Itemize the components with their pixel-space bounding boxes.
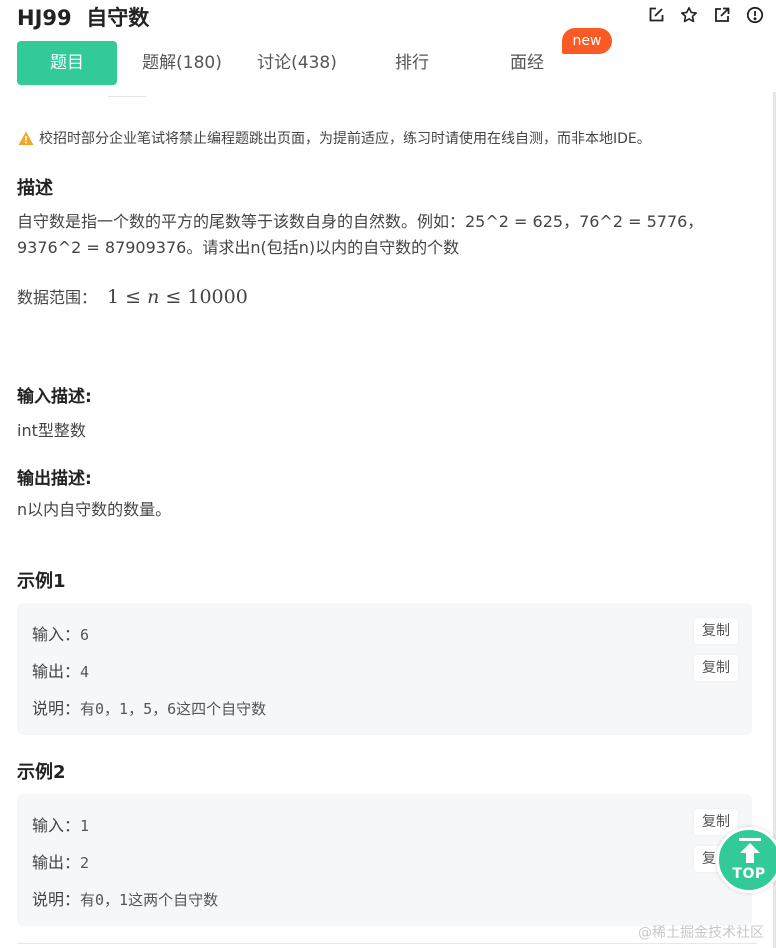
range-max: 10000 bbox=[187, 286, 248, 308]
external-link-icon[interactable] bbox=[711, 4, 733, 26]
output-value: 2 bbox=[80, 854, 90, 872]
notice-text: 校招时部分企业笔试将禁止编程题跳出页面，为提前适应，练习时请使用在线自测，而非本… bbox=[39, 131, 651, 147]
input-desc-text: int型整数 bbox=[17, 421, 86, 440]
example-2-note: 说明：有0，1这两个自守数 bbox=[32, 886, 218, 910]
watermark: @稀土掘金技术社区 bbox=[638, 925, 764, 941]
edit-icon[interactable] bbox=[645, 4, 667, 26]
note-value: 有0，1这两个自守数 bbox=[80, 891, 219, 909]
info-icon[interactable] bbox=[744, 4, 766, 26]
data-range: 数据范围： 1 ≤ n ≤ 10000 bbox=[17, 284, 248, 311]
tab-problem[interactable]: 题目 bbox=[17, 41, 117, 85]
example-2-output: 输出：2 bbox=[32, 849, 89, 873]
output-label: 输出： bbox=[32, 853, 81, 872]
exam-notice: 校招时部分企业笔试将禁止编程题跳出页面，为提前适应，练习时请使用在线自测，而非本… bbox=[18, 128, 651, 148]
data-range-formula: 1 ≤ n ≤ 10000 bbox=[107, 286, 248, 308]
tab-bar: 题目 题解(180) 讨论(438) 排行 面经 bbox=[17, 41, 757, 85]
header-actions bbox=[645, 4, 766, 26]
description-title: 描述 bbox=[17, 178, 53, 199]
example-2: 输入：1 复制 输出：2 复制 说明：有0，1这两个自守数 bbox=[17, 794, 752, 926]
example-1-output: 输出：4 bbox=[32, 658, 89, 682]
data-range-label: 数据范围： bbox=[17, 288, 98, 307]
tab-solutions[interactable]: 题解(180) bbox=[132, 41, 232, 85]
example-1-note: 说明：有0，1，5，6这四个自守数 bbox=[32, 695, 266, 719]
tab-ranking[interactable]: 排行 bbox=[362, 41, 462, 85]
warning-icon bbox=[18, 131, 34, 145]
output-value: 4 bbox=[80, 663, 90, 681]
new-badge: new bbox=[562, 28, 612, 54]
note-label: 说明： bbox=[32, 699, 81, 718]
example-1: 输入：6 复制 输出：4 复制 说明：有0，1，5，6这四个自守数 bbox=[17, 603, 752, 735]
input-label: 输入： bbox=[32, 816, 81, 835]
output-label: 输出： bbox=[32, 662, 81, 681]
example-1-title: 示例1 bbox=[17, 571, 66, 592]
divider bbox=[17, 943, 757, 944]
header: HJ99 自守数 bbox=[0, 0, 776, 36]
range-min: 1 bbox=[107, 286, 120, 308]
range-var: n bbox=[147, 286, 160, 308]
description-line-2: 9376^2 = 87909376。请求出n(包括n)以内的自守数的个数 bbox=[17, 238, 460, 257]
back-to-top-button[interactable]: TOP bbox=[716, 827, 776, 893]
input-value: 6 bbox=[80, 626, 90, 644]
note-value: 有0，1，5，6这四个自守数 bbox=[80, 700, 267, 718]
tab-divider bbox=[108, 96, 146, 97]
back-to-top-label: TOP bbox=[732, 866, 766, 882]
example-1-input: 输入：6 bbox=[32, 621, 89, 645]
output-desc-title: 输出描述: bbox=[17, 469, 92, 489]
tab-discussion[interactable]: 讨论(438) bbox=[247, 41, 347, 85]
star-icon[interactable] bbox=[678, 4, 700, 26]
example-2-input: 输入：1 bbox=[32, 812, 89, 836]
example-2-title: 示例2 bbox=[17, 762, 66, 783]
input-desc-title: 输入描述: bbox=[17, 387, 92, 407]
input-value: 1 bbox=[80, 817, 90, 835]
copy-input-button[interactable]: 复制 bbox=[694, 618, 738, 644]
input-label: 输入： bbox=[32, 625, 81, 644]
page-title: HJ99 自守数 bbox=[17, 6, 150, 30]
note-label: 说明： bbox=[32, 890, 81, 909]
arrow-up-icon bbox=[739, 838, 761, 863]
copy-output-button[interactable]: 复制 bbox=[694, 655, 738, 681]
output-desc-text: n以内自守数的数量。 bbox=[17, 500, 172, 519]
description-line-1: 自守数是指一个数的平方的尾数等于该数自身的自然数。例如：25^2 = 625，7… bbox=[17, 212, 704, 231]
